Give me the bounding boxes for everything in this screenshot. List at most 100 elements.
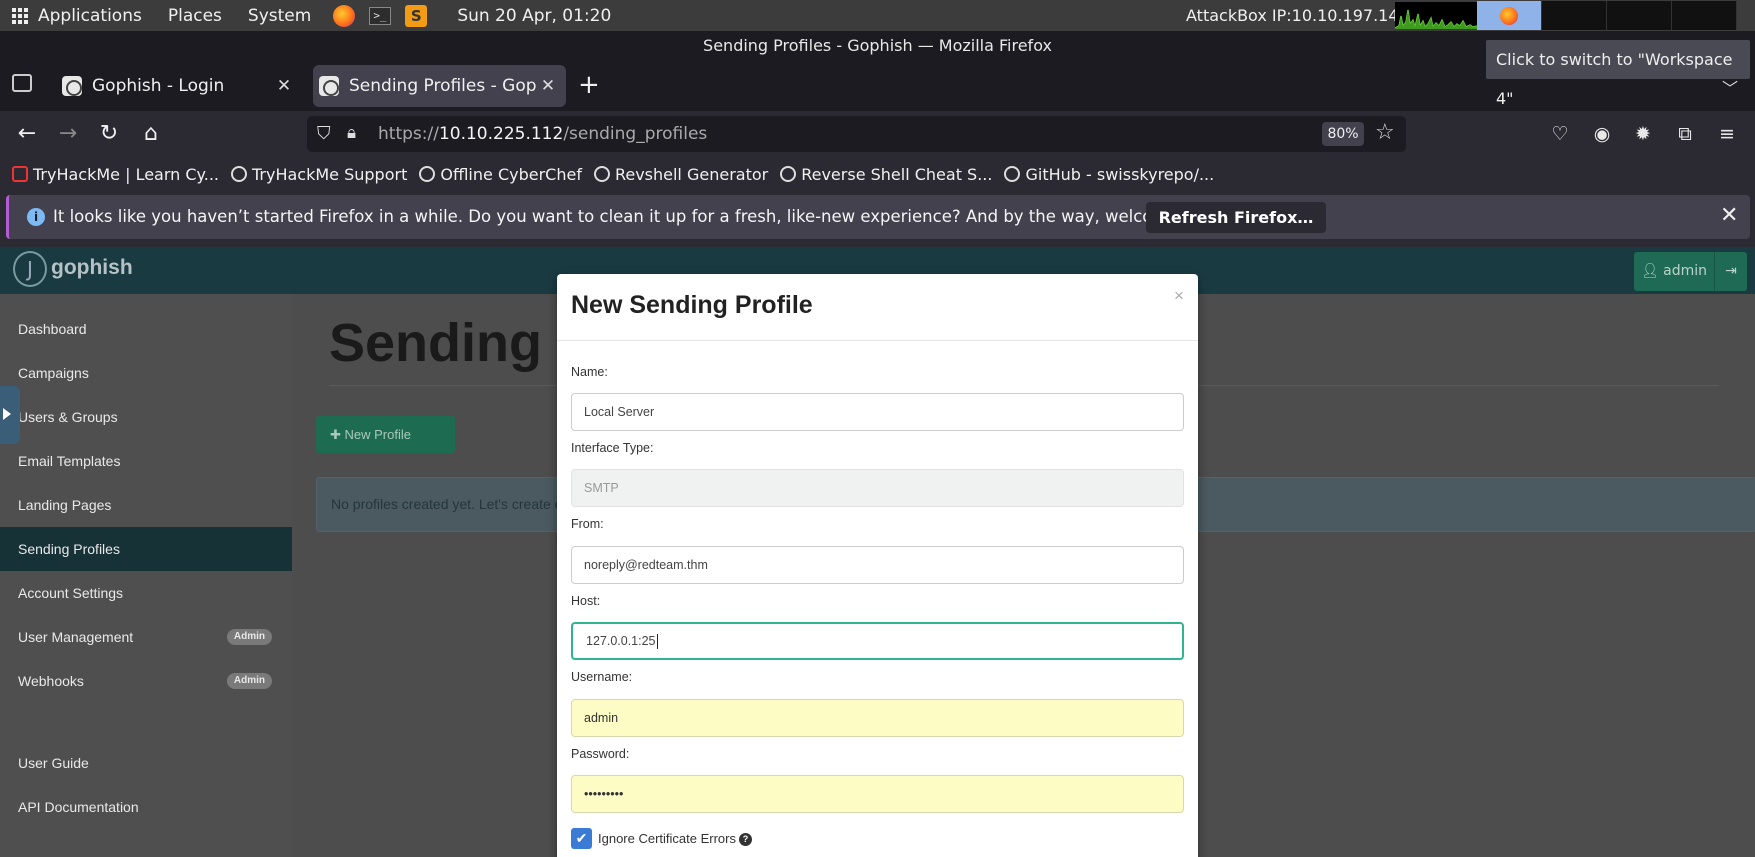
ignore-cert-checkbox[interactable]: ✔ — [571, 828, 592, 849]
forward-icon[interactable]: → — [55, 121, 81, 147]
notification-message: It looks like you haven’t started Firefo… — [53, 207, 1230, 226]
bookmark-label: Offline CyberChef — [440, 164, 582, 184]
new-profile-label: New Profile — [344, 427, 411, 442]
home-icon[interactable]: ⌂ — [138, 121, 164, 147]
globe-icon — [593, 166, 610, 182]
bookmark-star-icon[interactable]: ☆ — [1375, 120, 1395, 145]
workspace-1[interactable] — [1477, 1, 1542, 30]
sidebar-item-email-templates[interactable]: Email Templates — [0, 439, 292, 483]
tab-list-icon[interactable] — [12, 74, 32, 92]
password-input[interactable]: ••••••••• — [571, 775, 1184, 813]
from-label: From: — [571, 517, 604, 531]
host-input[interactable]: 127.0.0.1:25 — [571, 622, 1184, 660]
info-icon: i — [27, 208, 45, 226]
lock-icon[interactable]: 🔒︎ — [347, 123, 356, 143]
ignore-cert-label-wrap[interactable]: Ignore Certificate Errors? — [598, 831, 752, 847]
workspace-2[interactable] — [1542, 1, 1607, 30]
tracking-shield-icon[interactable]: ⛉ — [317, 123, 335, 145]
logout-icon[interactable]: ⇥ — [1714, 252, 1747, 291]
from-input[interactable]: noreply@redteam.thm — [571, 546, 1184, 584]
username-input[interactable]: admin — [571, 699, 1184, 737]
password-label: Password: — [571, 747, 630, 761]
zoom-level-badge[interactable]: 80% — [1322, 122, 1364, 146]
terminal-launcher-icon[interactable]: >_ — [369, 6, 392, 25]
plus-icon: ✚ — [330, 427, 345, 442]
back-icon[interactable]: ← — [14, 121, 40, 147]
bookmark-github[interactable]: GitHub - swisskyrepo/... — [1004, 165, 1214, 184]
pocket-icon[interactable]: ♡ — [1547, 121, 1573, 147]
bookmark-tryhackme-support[interactable]: TryHackMe Support — [231, 165, 407, 184]
sidebar-item-landing-pages[interactable]: Landing Pages — [0, 483, 292, 527]
support-icon — [231, 166, 247, 182]
system-menu[interactable]: System — [248, 6, 311, 26]
bookmark-label: Reverse Shell Cheat S... — [801, 164, 993, 184]
gophish-favicon-icon — [62, 76, 82, 96]
url-text[interactable]: https://10.10.225.112/sending_profiles — [378, 124, 707, 144]
bookmarks-toolbar: TryHackMe | Learn Cy... TryHackMe Suppor… — [0, 157, 1755, 191]
modal-close-icon[interactable]: × — [1174, 286, 1184, 306]
new-profile-button[interactable]: ✚ New Profile — [316, 416, 455, 453]
sidebar-item-account-settings[interactable]: Account Settings — [0, 571, 292, 615]
sublime-launcher-icon[interactable]: S — [405, 4, 428, 27]
name-input[interactable]: Local Server — [571, 393, 1184, 431]
user-menu-button[interactable]: 👤︎ admin — [1634, 252, 1714, 291]
desktop-top-panel: Applications Places System >_ S Sun 20 A… — [0, 0, 1755, 31]
refresh-firefox-button[interactable]: Refresh Firefox… — [1146, 202, 1326, 233]
name-label: Name: — [571, 365, 608, 379]
sidebar-item-label: Webhooks — [18, 673, 84, 689]
checkmark-icon: ✔ — [575, 830, 588, 846]
workspace-4[interactable] — [1672, 1, 1737, 30]
sidebar-item-user-management[interactable]: User Management Admin — [0, 615, 292, 659]
interface-type-input: SMTP — [571, 469, 1184, 507]
applications-grid-icon[interactable] — [12, 7, 28, 24]
sidebar-item-dashboard[interactable]: Dashboard — [0, 307, 292, 351]
hamburger-menu-icon[interactable]: ≡ — [1714, 121, 1740, 147]
user-icon: 👤︎ — [1640, 263, 1664, 279]
play-arrow-icon — [3, 408, 11, 420]
url-host: 10.10.225.112 — [438, 124, 564, 144]
account-icon[interactable]: ◉ — [1589, 121, 1615, 147]
extension-icon[interactable]: ✹ — [1630, 121, 1656, 147]
navigation-toolbar: ← → ↻ ⌂ ⛉ 🔒︎ https://10.10.225.112/sendi… — [0, 111, 1755, 157]
sidebar-item-user-guide[interactable]: User Guide — [0, 741, 292, 785]
address-bar[interactable]: ⛉ 🔒︎ https://10.10.225.112/sending_profi… — [307, 116, 1406, 152]
user-menu-label: admin — [1663, 263, 1708, 279]
tryhackme-icon — [12, 166, 28, 182]
sidebar-item-campaigns[interactable]: Campaigns — [0, 351, 292, 395]
sidebar-item-sending-profiles[interactable]: Sending Profiles — [0, 527, 292, 571]
firefox-launcher-icon[interactable] — [333, 4, 356, 27]
reload-icon[interactable]: ↻ — [96, 121, 122, 147]
bookmark-revshell[interactable]: Revshell Generator — [593, 165, 768, 184]
panel-clock[interactable]: Sun 20 Apr, 01:20 — [457, 6, 611, 26]
new-tab-icon[interactable]: + — [578, 72, 600, 98]
admin-badge: Admin — [226, 673, 272, 689]
close-icon[interactable]: ✕ — [1720, 203, 1738, 228]
tab-close-icon[interactable]: ✕ — [538, 76, 558, 96]
sidebar-item-users-groups[interactable]: Users & Groups — [0, 395, 292, 439]
bookmark-label: TryHackMe Support — [252, 164, 408, 184]
extensions-puzzle-icon[interactable]: ⧉ — [1672, 121, 1698, 147]
username-label: Username: — [571, 670, 633, 684]
firefox-window-icon — [1500, 6, 1518, 25]
places-menu[interactable]: Places — [168, 6, 222, 26]
gophish-brand[interactable]: gophish — [51, 256, 133, 280]
applications-menu[interactable]: Applications — [38, 6, 142, 26]
bookmark-label: TryHackMe | Learn Cy... — [33, 164, 219, 184]
sidebar-item-api-documentation[interactable]: API Documentation — [0, 785, 292, 829]
new-sending-profile-modal: New Sending Profile × Name: Local Server… — [557, 274, 1198, 857]
workspace-3[interactable] — [1607, 1, 1672, 30]
url-path: /sending_profiles — [563, 124, 708, 144]
tab-label: Gophish - Login — [92, 76, 225, 96]
sidebar-item-webhooks[interactable]: Webhooks Admin — [0, 659, 292, 703]
tab-sending-profiles[interactable]: Sending Profiles - Gophish ✕ — [313, 65, 566, 107]
workspace-tooltip: Click to switch to "Workspace 4" — [1486, 40, 1750, 108]
github-icon — [1004, 166, 1021, 182]
side-panel-handle[interactable] — [0, 386, 20, 444]
gophish-logo-icon[interactable]: J — [13, 251, 47, 287]
tab-close-icon[interactable]: ✕ — [274, 76, 294, 96]
bookmark-reverse-shell-cheat[interactable]: Reverse Shell Cheat S... — [780, 165, 992, 184]
tab-gophish-login[interactable]: Gophish - Login ✕ — [56, 65, 302, 107]
bookmark-cyberchef[interactable]: Offline CyberChef — [419, 165, 582, 184]
bookmark-tryhackme[interactable]: TryHackMe | Learn Cy... — [12, 165, 219, 184]
help-question-icon[interactable]: ? — [739, 833, 752, 847]
